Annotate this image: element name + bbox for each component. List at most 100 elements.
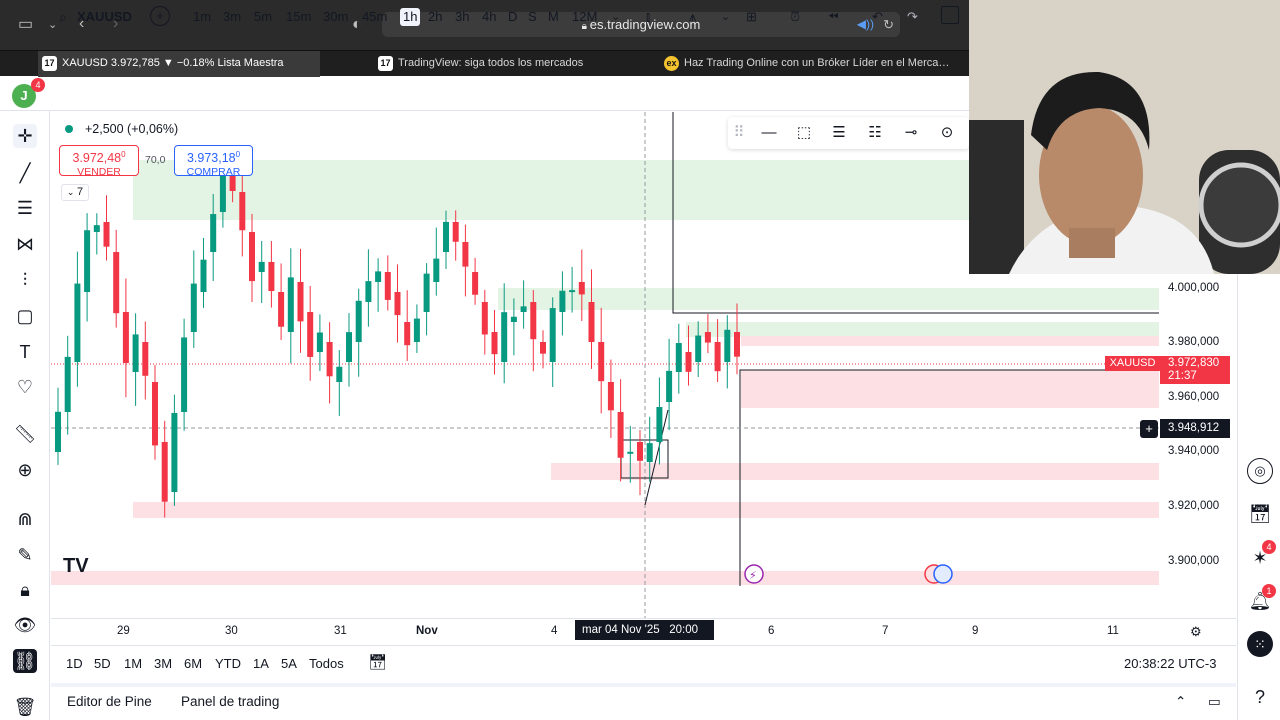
price-tick: 3.960,000 [1168,391,1220,403]
settings-gear-icon[interactable]: ⚙︎ [1190,624,1202,640]
interval-45m[interactable]: 45m [362,8,387,26]
browser-tab-tradingview[interactable]: 17 TradingView: siga todos los mercados [374,51,644,77]
clock-timezone[interactable]: 20:38:22 UTC-3 [1124,656,1217,671]
drag-handle-icon[interactable]: ⠿ [728,122,750,144]
time-tick: 11 [1107,625,1119,637]
range-ytd[interactable]: YTD [215,656,241,671]
ray-tool-icon[interactable]: ⊸ [900,122,922,144]
pattern-icon[interactable]: ⋈ [13,232,37,256]
bullish-candle [219,175,226,212]
watchlist-icon[interactable]: ◎ [1247,458,1273,484]
trend-line-icon[interactable]: ╱ [13,161,37,185]
pine-editor-tab[interactable]: Editor de Pine [67,694,152,709]
interval-2h[interactable]: 2h [428,8,442,26]
horizontal-line-icon[interactable]: — [758,122,780,144]
interval-15m[interactable]: 15m [286,8,311,26]
rectangle-tool-icon[interactable]: ⬚ [793,122,815,144]
price-tick: 3.900,000 [1168,555,1220,567]
geometric-shapes-icon[interactable]: ▢ [13,304,37,328]
calendar-icon[interactable]: 📅︎ [1247,501,1273,527]
text-icon[interactable]: T [13,340,37,364]
range-5d[interactable]: 5D [94,656,111,671]
fib-tool-icon[interactable]: ☰ [828,122,850,144]
alert-icon[interactable]: ⏰︎ [790,8,800,26]
bearish-candle [714,342,721,372]
supply-zone [741,370,1159,408]
lock-drawings-icon[interactable]: 🔒︎ [13,578,37,602]
buy-button[interactable]: 3.973,180 COMPRAR [174,145,253,178]
time-tick: 9 [972,625,979,637]
interval-5m[interactable]: 5m [254,8,272,26]
compare-add-icon[interactable]: + [150,6,170,26]
reload-icon[interactable]: ↻ [883,12,894,37]
draw-mode-icon[interactable]: ✎ [13,543,37,567]
replay-icon[interactable]: ⏪︎ [828,8,838,26]
link-icon[interactable]: ⛓︎ [13,649,37,673]
ruler-icon[interactable]: 📏︎ [13,422,37,446]
interval-1m[interactable]: 1m [193,8,211,26]
help-icon[interactable]: ? [1247,684,1273,710]
bearish-candle [113,252,120,314]
interval-3m[interactable]: 3m [223,8,241,26]
fullscreen-icon[interactable] [941,6,959,24]
indicators-icon[interactable]: ⩚ [689,8,696,26]
range-6m[interactable]: 6M [184,656,202,671]
trash-icon[interactable]: 🗑︎ [13,695,37,719]
undo-icon[interactable]: ↶ [872,8,883,26]
chevron-up-icon[interactable]: ⌃ [1175,694,1186,710]
trading-panel-tab[interactable]: Panel de trading [181,694,279,709]
date-range-calendar-icon[interactable]: 📅︎ [368,653,387,671]
add-alert-plus-icon[interactable]: + [1140,420,1158,438]
interval-m[interactable]: M [548,8,559,26]
browser-tab-xauusd[interactable]: 17 XAUUSD 3.972,785 ▼ −0.18% Lista Maest… [38,51,320,77]
bullish-candle [433,258,440,282]
magnet-icon[interactable]: ⋒ [13,507,37,531]
pitchfork-tool-icon[interactable]: ☷ [864,122,886,144]
range-5a[interactable]: 5A [281,656,297,671]
interval-30m[interactable]: 30m [323,8,348,26]
sidebar-toggle-icon[interactable]: ▭ [18,15,33,35]
range-todos[interactable]: Todos [309,656,344,671]
bullish-candle [190,283,197,332]
interval-1h[interactable]: 1h [400,8,421,26]
zoom-in-icon[interactable]: ⊕ [13,458,37,482]
target-tool-icon[interactable]: ⊙ [936,122,958,144]
candle-style-icon[interactable]: ⫾ [646,8,650,26]
interval-12m[interactable]: 12M [572,8,597,26]
bearish-candle [734,332,740,357]
chevron-down-icon[interactable]: ⌄ [48,15,57,35]
bullish-candle [501,312,508,362]
indicators-toggle[interactable]: ⌄ 7 [61,184,89,201]
bearish-candle [142,342,149,376]
range-1m[interactable]: 1M [124,656,142,671]
privacy-shield-icon[interactable]: ◐ [352,15,362,35]
symbol-search[interactable]: XAUUSD [77,8,132,26]
us-flag-icon[interactable] [933,564,953,584]
redo-icon[interactable]: ↷ [907,8,918,26]
browser-tab-broker[interactable]: ex Haz Trading Online con un Bróker Líde… [660,51,960,77]
fib-retracement-icon[interactable]: ☰ [13,196,37,220]
favorites-icon[interactable]: ♡ [13,375,37,399]
hide-drawings-icon[interactable]: 👁︎ [13,613,37,637]
sell-button[interactable]: 3.972,480 VENDER [59,145,139,178]
apps-grid-icon[interactable]: ⁙ [1247,631,1273,657]
forecast-icon[interactable]: ⫶ [13,268,37,292]
chevron-down-icon[interactable]: ⌄ [721,8,730,26]
interval-4h[interactable]: 4h [482,8,496,26]
range-3m[interactable]: 3M [154,656,172,671]
bullish-candle [549,308,556,362]
chevron-down-icon[interactable]: ⌄ [611,8,620,26]
interval-3h[interactable]: 3h [455,8,469,26]
range-1a[interactable]: 1A [253,656,269,671]
time-tick: 31 [334,625,347,637]
bearish-candle [394,292,401,316]
interval-d[interactable]: D [508,8,517,26]
range-1d[interactable]: 1D [66,656,83,671]
maximize-panel-icon[interactable]: ▭ [1208,694,1221,710]
crosshair-icon[interactable]: ✛ [13,124,37,148]
interval-s[interactable]: S [528,8,537,26]
bar-countdown: 21:37 [1168,370,1197,382]
search-icon[interactable]: ⌕ [59,8,67,26]
templates-icon[interactable]: ⊞ [746,8,757,26]
last-price: 3.972,830 [1168,357,1220,369]
